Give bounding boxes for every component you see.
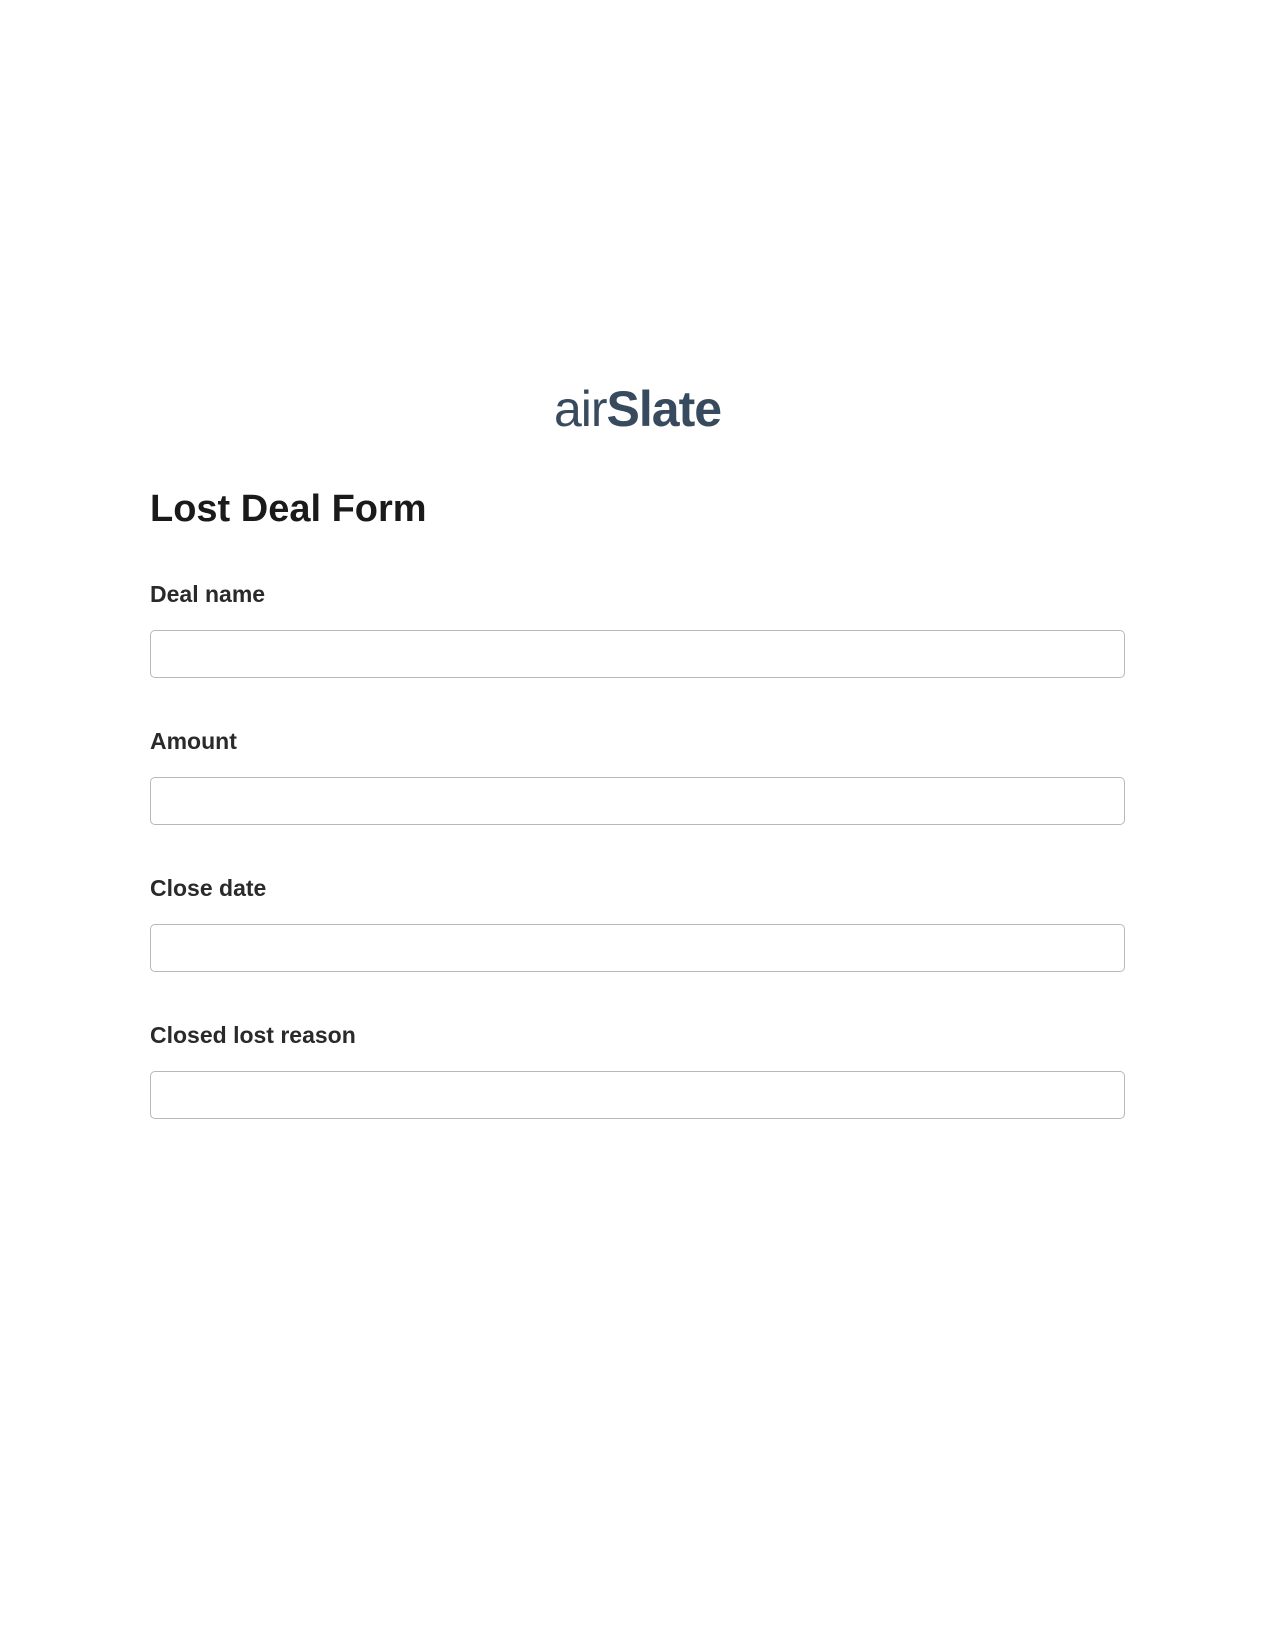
page-container: airSlate Lost Deal Form Deal name Amount… — [0, 0, 1275, 1119]
close-date-input[interactable] — [150, 924, 1125, 972]
airslate-logo: airSlate — [554, 380, 721, 438]
form-field-closed-lost-reason: Closed lost reason — [150, 1022, 1125, 1119]
logo-part-slate: Slate — [607, 381, 722, 437]
close-date-label: Close date — [150, 875, 1125, 902]
form-title: Lost Deal Form — [150, 488, 1125, 531]
closed-lost-reason-input[interactable] — [150, 1071, 1125, 1119]
amount-label: Amount — [150, 728, 1125, 755]
logo-part-air: air — [554, 381, 607, 437]
closed-lost-reason-label: Closed lost reason — [150, 1022, 1125, 1049]
amount-input[interactable] — [150, 777, 1125, 825]
deal-name-label: Deal name — [150, 581, 1125, 608]
form-field-deal-name: Deal name — [150, 581, 1125, 678]
form-field-close-date: Close date — [150, 875, 1125, 972]
form-field-amount: Amount — [150, 728, 1125, 825]
deal-name-input[interactable] — [150, 630, 1125, 678]
logo-area: airSlate — [150, 0, 1125, 488]
